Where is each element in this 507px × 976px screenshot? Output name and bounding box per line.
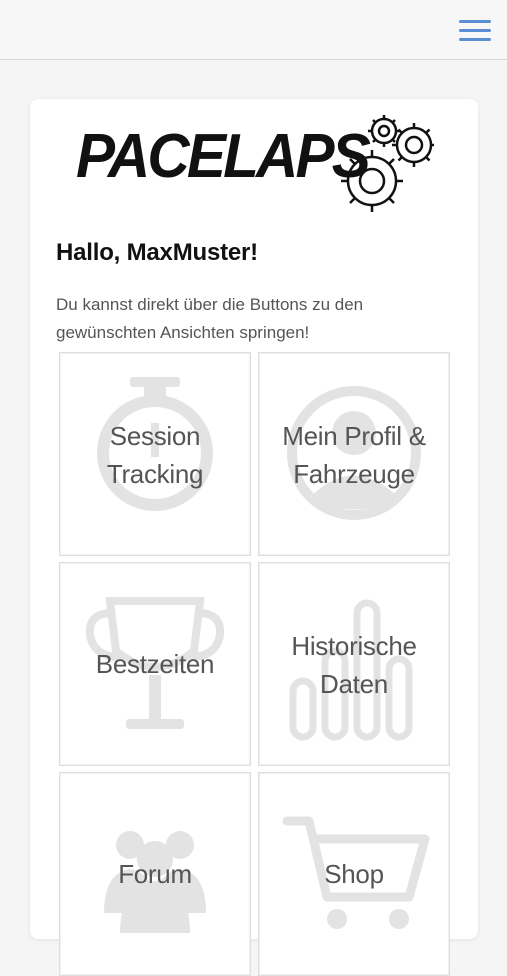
shop-button[interactable]: Shop xyxy=(258,772,450,976)
tile-label-line2: Daten xyxy=(320,669,388,699)
pacelaps-logo: PACELAPS xyxy=(76,115,434,212)
tile-label-line1: Mein Profil & xyxy=(282,421,426,451)
forum-button[interactable]: Forum xyxy=(59,772,251,976)
tile-label: Forum xyxy=(118,859,192,889)
logo-wordmark: PACELAPS xyxy=(76,122,370,191)
profile-vehicles-button[interactable]: Mein Profil & Fahrzeuge xyxy=(258,352,450,556)
intro-text: Du kannst direkt über die Buttons zu den… xyxy=(56,295,364,342)
dashboard-card: PACELAPS Hallo, MaxMuster! Du kannst dir… xyxy=(30,99,478,976)
historical-data-button[interactable]: Historische Daten xyxy=(258,562,450,766)
best-times-button[interactable]: Bestzeiten xyxy=(59,562,251,766)
hamburger-menu-icon[interactable] xyxy=(459,20,491,42)
tile-label-line2: Fahrzeuge xyxy=(293,459,415,489)
tile-label-line2: Tracking xyxy=(106,459,204,489)
session-tracking-button[interactable]: Session Tracking xyxy=(59,352,251,556)
tile-label-line1: Session xyxy=(109,421,201,451)
tile-label: Shop xyxy=(324,859,384,889)
tile-label: Bestzeiten xyxy=(95,649,215,679)
top-navbar xyxy=(0,0,507,60)
tile-label-line1: Historische xyxy=(291,631,417,661)
greeting-heading: Hallo, MaxMuster! xyxy=(56,239,258,266)
